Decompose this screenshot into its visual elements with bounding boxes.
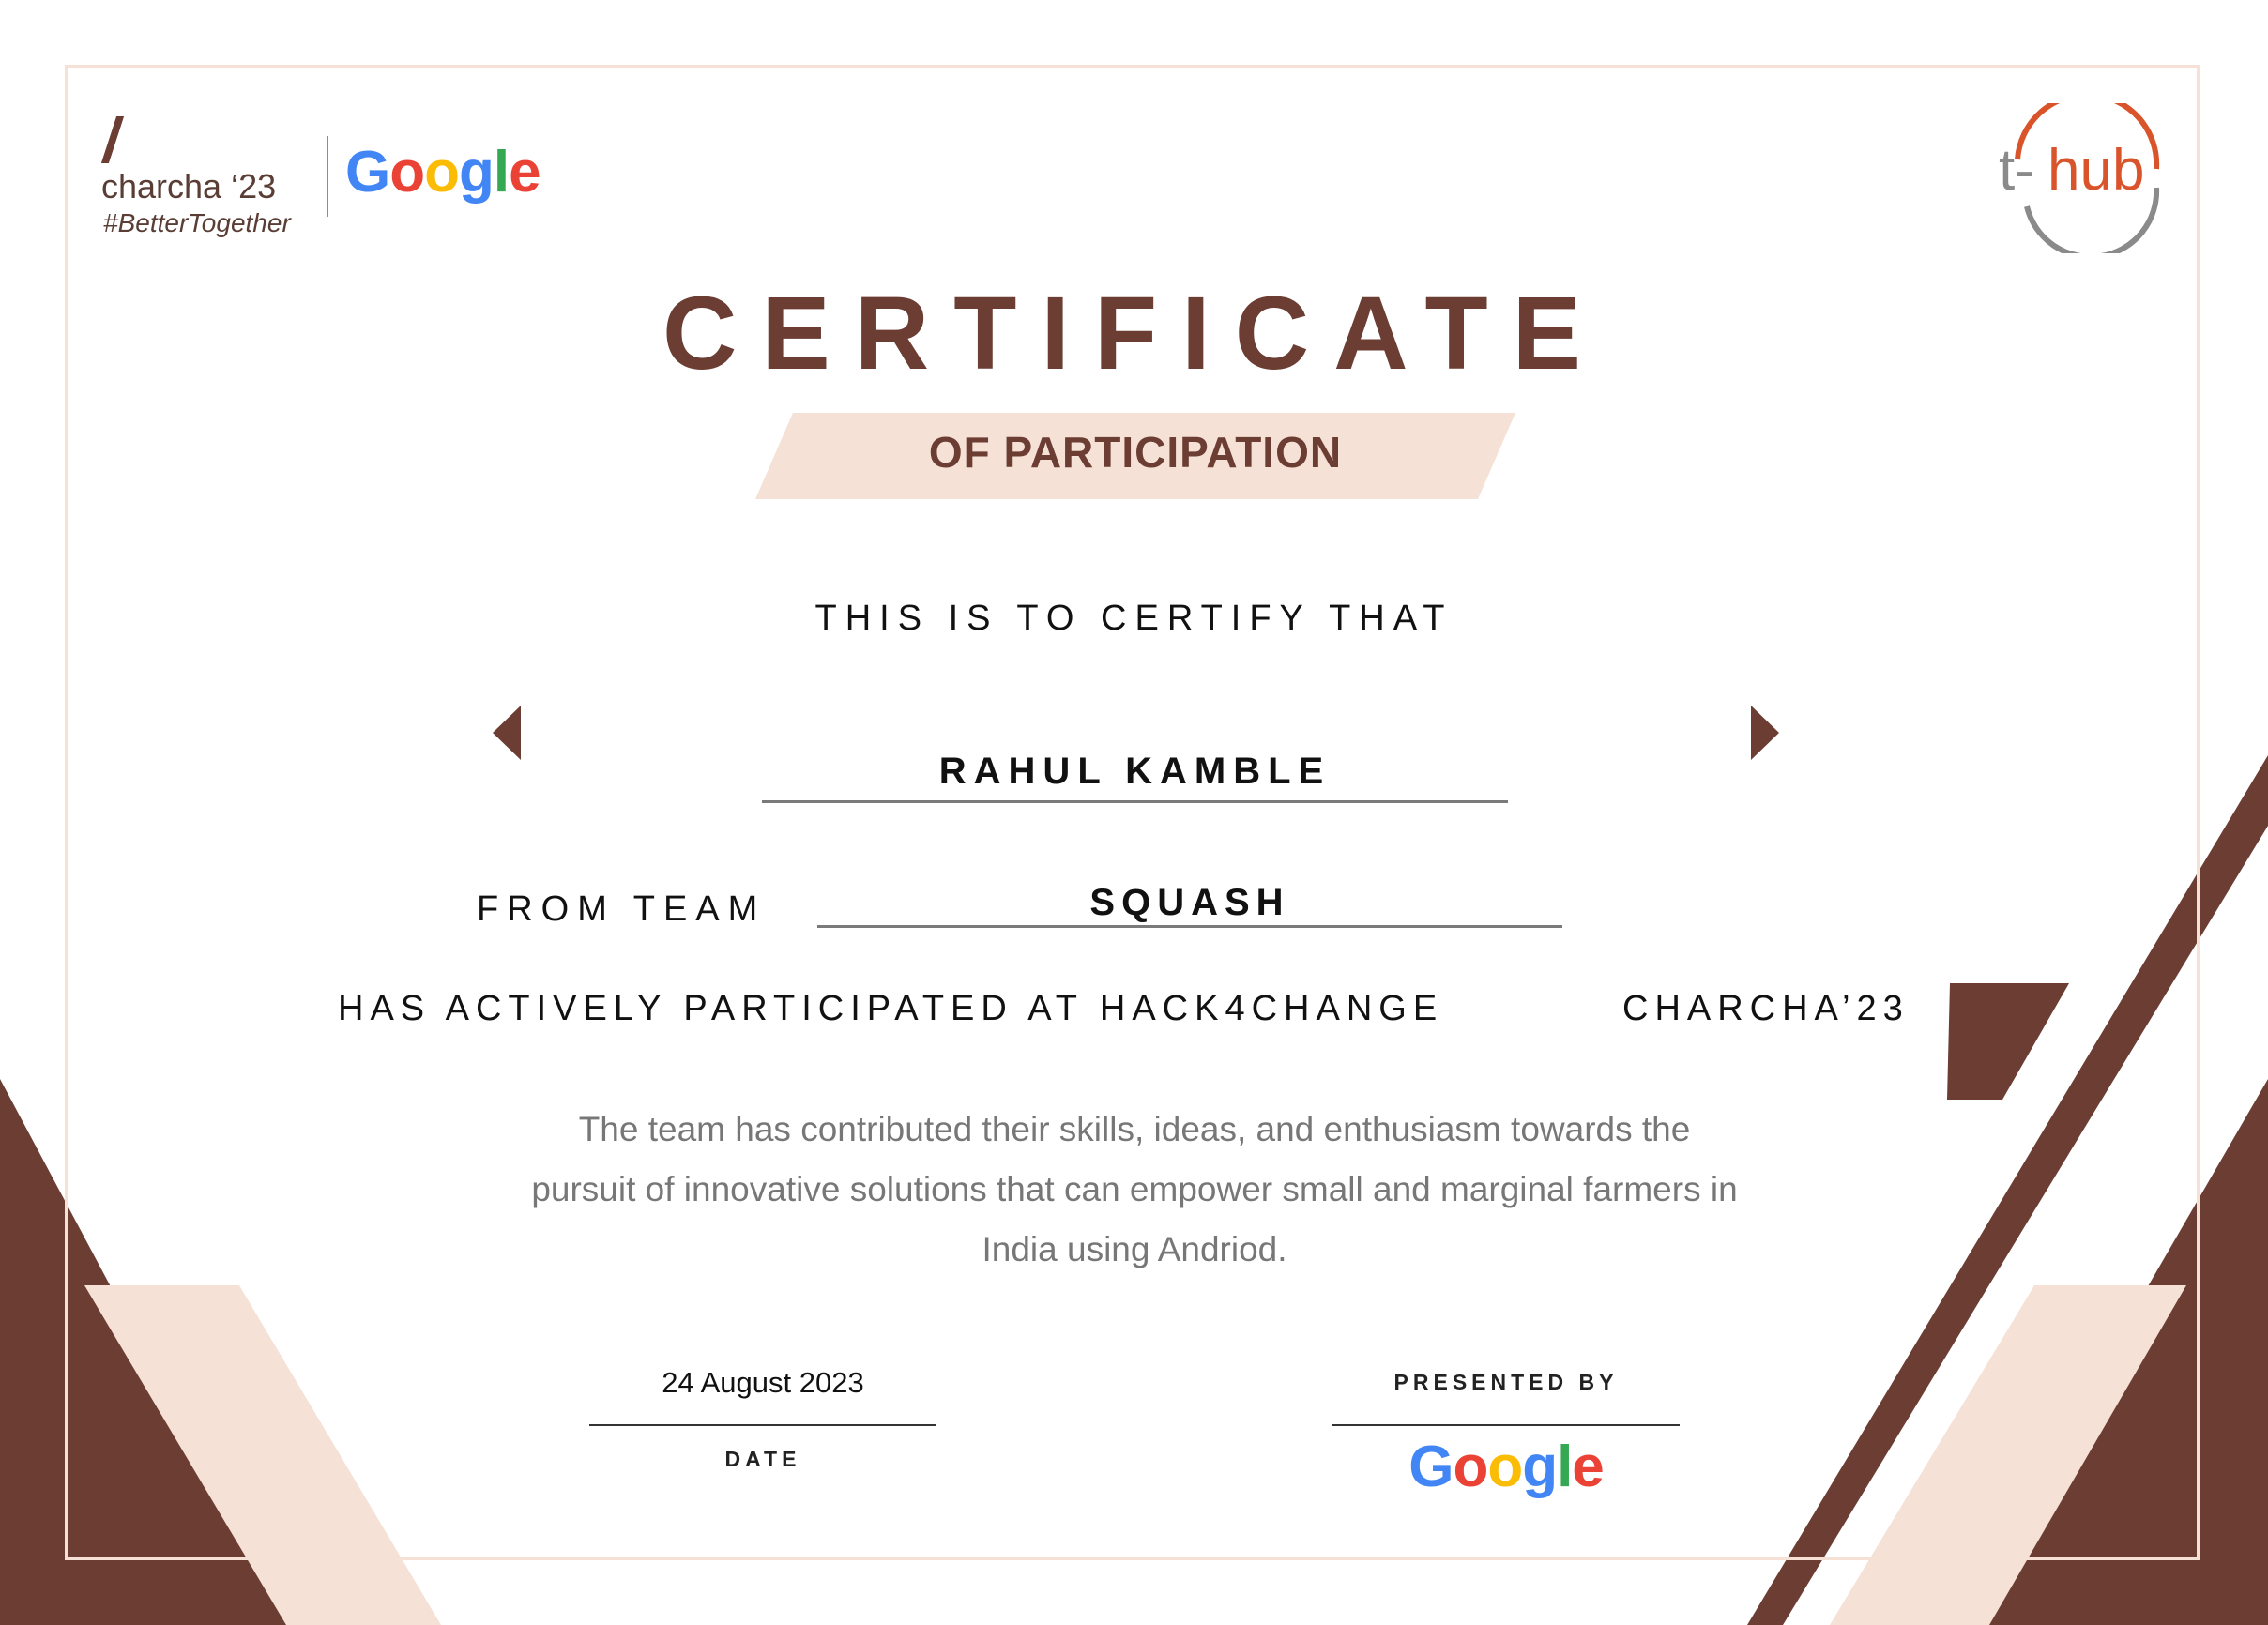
team-underline — [817, 925, 1562, 928]
certificate-subtitle: OF PARTICIPATION — [928, 428, 1343, 477]
presented-by-label: PRESENTED BY — [1393, 1370, 1619, 1394]
logo-divider — [327, 136, 328, 217]
thub-t-letter: t- — [1999, 138, 2034, 203]
presented-by-line — [1332, 1424, 1680, 1426]
certificate-title: CERTIFICATE — [662, 276, 1606, 391]
recipient-underline — [762, 800, 1508, 803]
charcha-event-name: charcha ‘23 — [101, 167, 277, 205]
team-name: SQUASH — [1089, 882, 1290, 923]
event-text: CHARCHA’23 — [1622, 989, 1910, 1028]
certificate-page: charcha ‘23 #BetterTogether Google t- hu… — [0, 0, 2268, 1625]
charcha-logo: charcha ‘23 #BetterTogether — [98, 113, 323, 244]
certify-text: THIS IS TO CERTIFY THAT — [814, 599, 1454, 638]
recipient-name: RAHUL KAMBLE — [938, 751, 1332, 792]
thub-logo: t- hub — [1999, 103, 2160, 253]
thub-hub-letters: hub — [2047, 138, 2144, 203]
date-value: 24 August 2023 — [662, 1366, 864, 1399]
charcha-hashtag: #BetterTogether — [103, 208, 291, 237]
team-label: FROM TEAM — [477, 889, 767, 929]
left-triangle-icon — [493, 706, 521, 760]
google-logo-footer: Google — [1408, 1435, 1605, 1499]
google-logo-header: Google — [345, 140, 541, 205]
right-triangle-icon — [1751, 706, 1779, 760]
date-line — [589, 1424, 936, 1426]
participation-text: HAS ACTIVELY PARTICIPATED AT HACK4CHANGE — [338, 989, 1444, 1028]
date-label: DATE — [724, 1447, 801, 1471]
charcha-slash-mark — [100, 116, 125, 163]
description-text: The team has contributed their skills, i… — [531, 1110, 1738, 1268]
